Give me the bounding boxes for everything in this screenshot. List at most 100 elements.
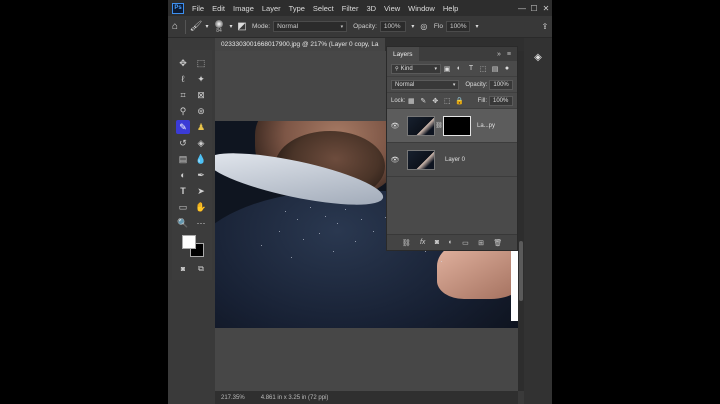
collapse-panel-icon[interactable]: » — [497, 51, 501, 58]
photoshop-window: Ps File Edit Image Layer Type Select Fil… — [168, 0, 552, 404]
brush-tool-icon[interactable]: 🖌 — [189, 21, 203, 32]
eyedropper-icon[interactable]: ⚲ — [176, 104, 190, 118]
adjustment-layer-icon[interactable]: ◐ — [448, 239, 452, 246]
new-layer-icon[interactable]: ⊞ — [478, 239, 484, 247]
move-icon[interactable]: ✥ — [176, 56, 190, 70]
fill-field[interactable]: 100% — [489, 95, 513, 106]
chevron-down-icon[interactable]: ▾ — [409, 23, 417, 30]
layer-opacity-value: 100% — [493, 81, 509, 88]
brush-preset-picker[interactable]: 84 — [211, 18, 227, 36]
layer-row[interactable]: 👁 ⛓ La...py — [387, 109, 517, 143]
layer-name[interactable]: Layer 0 — [445, 157, 465, 163]
layer-row[interactable]: 👁 Layer 0 — [387, 143, 517, 177]
link-icon[interactable]: ⛓ — [435, 122, 443, 129]
clone-stamp-icon[interactable]: ♟ — [194, 120, 208, 134]
smart-object-filter-icon[interactable]: ▤ — [490, 65, 500, 73]
share-icon[interactable]: ⇪ — [538, 22, 552, 31]
kind-filter-select[interactable]: ⚲ Kind ▾ — [391, 63, 441, 74]
eye-icon[interactable]: 👁 — [387, 122, 403, 130]
document-tab[interactable]: 0233303001668017900.jpg @ 217% (Layer 0 … — [215, 38, 385, 51]
blend-opacity-row: Normal ▾ Opacity: 100% — [387, 77, 517, 93]
menu-filter[interactable]: Filter — [338, 4, 363, 13]
eraser-icon[interactable]: ◈ — [194, 136, 208, 150]
screen-mode-icon[interactable]: ⧉ — [194, 262, 208, 276]
add-mask-icon[interactable]: ◙ — [435, 239, 439, 246]
zoom-icon[interactable]: 🔍 — [176, 216, 190, 230]
marquee-icon[interactable]: ⬚ — [194, 56, 208, 70]
brush-icon[interactable]: ✎ — [176, 120, 190, 134]
maximize-button[interactable]: ☐ — [528, 4, 540, 13]
mode-select[interactable]: Normal ▾ — [273, 21, 348, 32]
menu-3d[interactable]: 3D — [362, 4, 380, 13]
document-size: 4.861 in x 3.25 in (72 ppi) — [260, 394, 329, 401]
home-icon[interactable]: ⌂ — [168, 21, 182, 32]
magic-wand-icon[interactable]: ✦ — [194, 72, 208, 86]
menu-view[interactable]: View — [380, 4, 404, 13]
link-layers-icon[interactable]: ⛓ — [402, 239, 411, 247]
lasso-icon[interactable]: ℓ — [176, 72, 190, 86]
shape-filter-icon[interactable]: ⬚ — [478, 65, 488, 73]
lock-transparent-icon[interactable]: ▦ — [406, 97, 416, 105]
pen-icon[interactable]: ✒ — [194, 168, 208, 182]
scrollbar-thumb[interactable] — [519, 241, 523, 301]
minimize-button[interactable]: — — [516, 4, 528, 13]
panel-menu-icon[interactable]: ≡ — [507, 51, 511, 58]
healing-icon[interactable]: ⊛ — [194, 104, 208, 118]
new-group-icon[interactable]: ▭ — [462, 239, 469, 247]
opacity-label: Opacity: — [465, 81, 488, 88]
layer-name[interactable]: La...py — [477, 123, 495, 129]
brush-tip-icon — [215, 19, 223, 28]
layers-panel: Layers » ≡ ⚲ Kind ▾ ▣ ◐ T ⬚ ▤ ● Normal ▾ — [386, 46, 518, 251]
frame-icon[interactable]: ⊠ — [194, 88, 208, 102]
fx-icon[interactable]: fx — [420, 239, 425, 246]
pixel-filter-icon[interactable]: ▣ — [442, 65, 452, 73]
close-button[interactable]: ✕ — [540, 4, 552, 13]
kind-filter-value: Kind — [400, 65, 413, 72]
trash-icon[interactable]: 🗑 — [493, 239, 502, 247]
history-brush-icon[interactable]: ↺ — [176, 136, 190, 150]
menu-type[interactable]: Type — [285, 4, 309, 13]
blur-icon[interactable]: 💧 — [194, 152, 208, 166]
crop-icon[interactable]: ⌗ — [176, 88, 190, 102]
pressure-opacity-icon[interactable]: ◎ — [417, 22, 431, 31]
menu-help[interactable]: Help — [439, 4, 462, 13]
zoom-level[interactable]: 217.35% — [221, 395, 245, 401]
chevron-down-icon[interactable]: ▾ — [227, 23, 235, 30]
type-filter-icon[interactable]: T — [466, 65, 476, 72]
rectangle-icon[interactable]: ▭ — [176, 200, 190, 214]
type-icon[interactable]: T — [176, 184, 190, 198]
quick-mask-icon[interactable]: ◙ — [176, 262, 190, 276]
chevron-down-icon: ▾ — [340, 23, 344, 30]
filter-toggle-icon[interactable]: ● — [502, 65, 512, 72]
lock-artboard-icon[interactable]: ⬚ — [442, 97, 452, 105]
layer-opacity-field[interactable]: 100% — [489, 79, 513, 90]
layer-mask-thumbnail[interactable] — [443, 115, 471, 136]
layers-stack-icon[interactable]: ◈ — [531, 52, 545, 66]
window-controls: — ☐ ✕ — [516, 4, 552, 13]
adjustment-filter-icon[interactable]: ◐ — [454, 65, 464, 72]
dodge-icon[interactable]: ◐ — [176, 168, 190, 182]
chevron-down-icon[interactable]: ▾ — [473, 23, 481, 30]
brush-settings-icon[interactable]: ◩ — [235, 21, 249, 32]
menu-image[interactable]: Image — [229, 4, 258, 13]
menu-window[interactable]: Window — [404, 4, 439, 13]
lock-position-icon[interactable]: ✥ — [430, 97, 440, 105]
opacity-field[interactable]: 100% — [379, 21, 406, 32]
menu-file[interactable]: File — [188, 4, 208, 13]
lock-image-icon[interactable]: ✎ — [418, 97, 428, 105]
flow-field[interactable]: 100% — [445, 21, 470, 32]
path-selection-icon[interactable]: ➤ — [194, 184, 208, 198]
menu-edit[interactable]: Edit — [208, 4, 229, 13]
hand-icon[interactable]: ✋ — [194, 200, 208, 214]
chevron-down-icon[interactable]: ▾ — [203, 23, 211, 30]
menu-select[interactable]: Select — [309, 4, 338, 13]
eye-icon[interactable]: 👁 — [387, 156, 403, 164]
lock-all-icon[interactable]: 🔒 — [454, 97, 464, 105]
menu-layer[interactable]: Layer — [258, 4, 285, 13]
lock-label: Lock: — [391, 97, 406, 104]
more-tools-icon[interactable]: ⋯ — [194, 216, 208, 230]
layers-tab[interactable]: Layers — [387, 47, 419, 61]
gradient-icon[interactable]: ▤ — [176, 152, 190, 166]
foreground-color-swatch[interactable] — [182, 235, 196, 249]
blend-mode-select[interactable]: Normal ▾ — [391, 79, 460, 90]
